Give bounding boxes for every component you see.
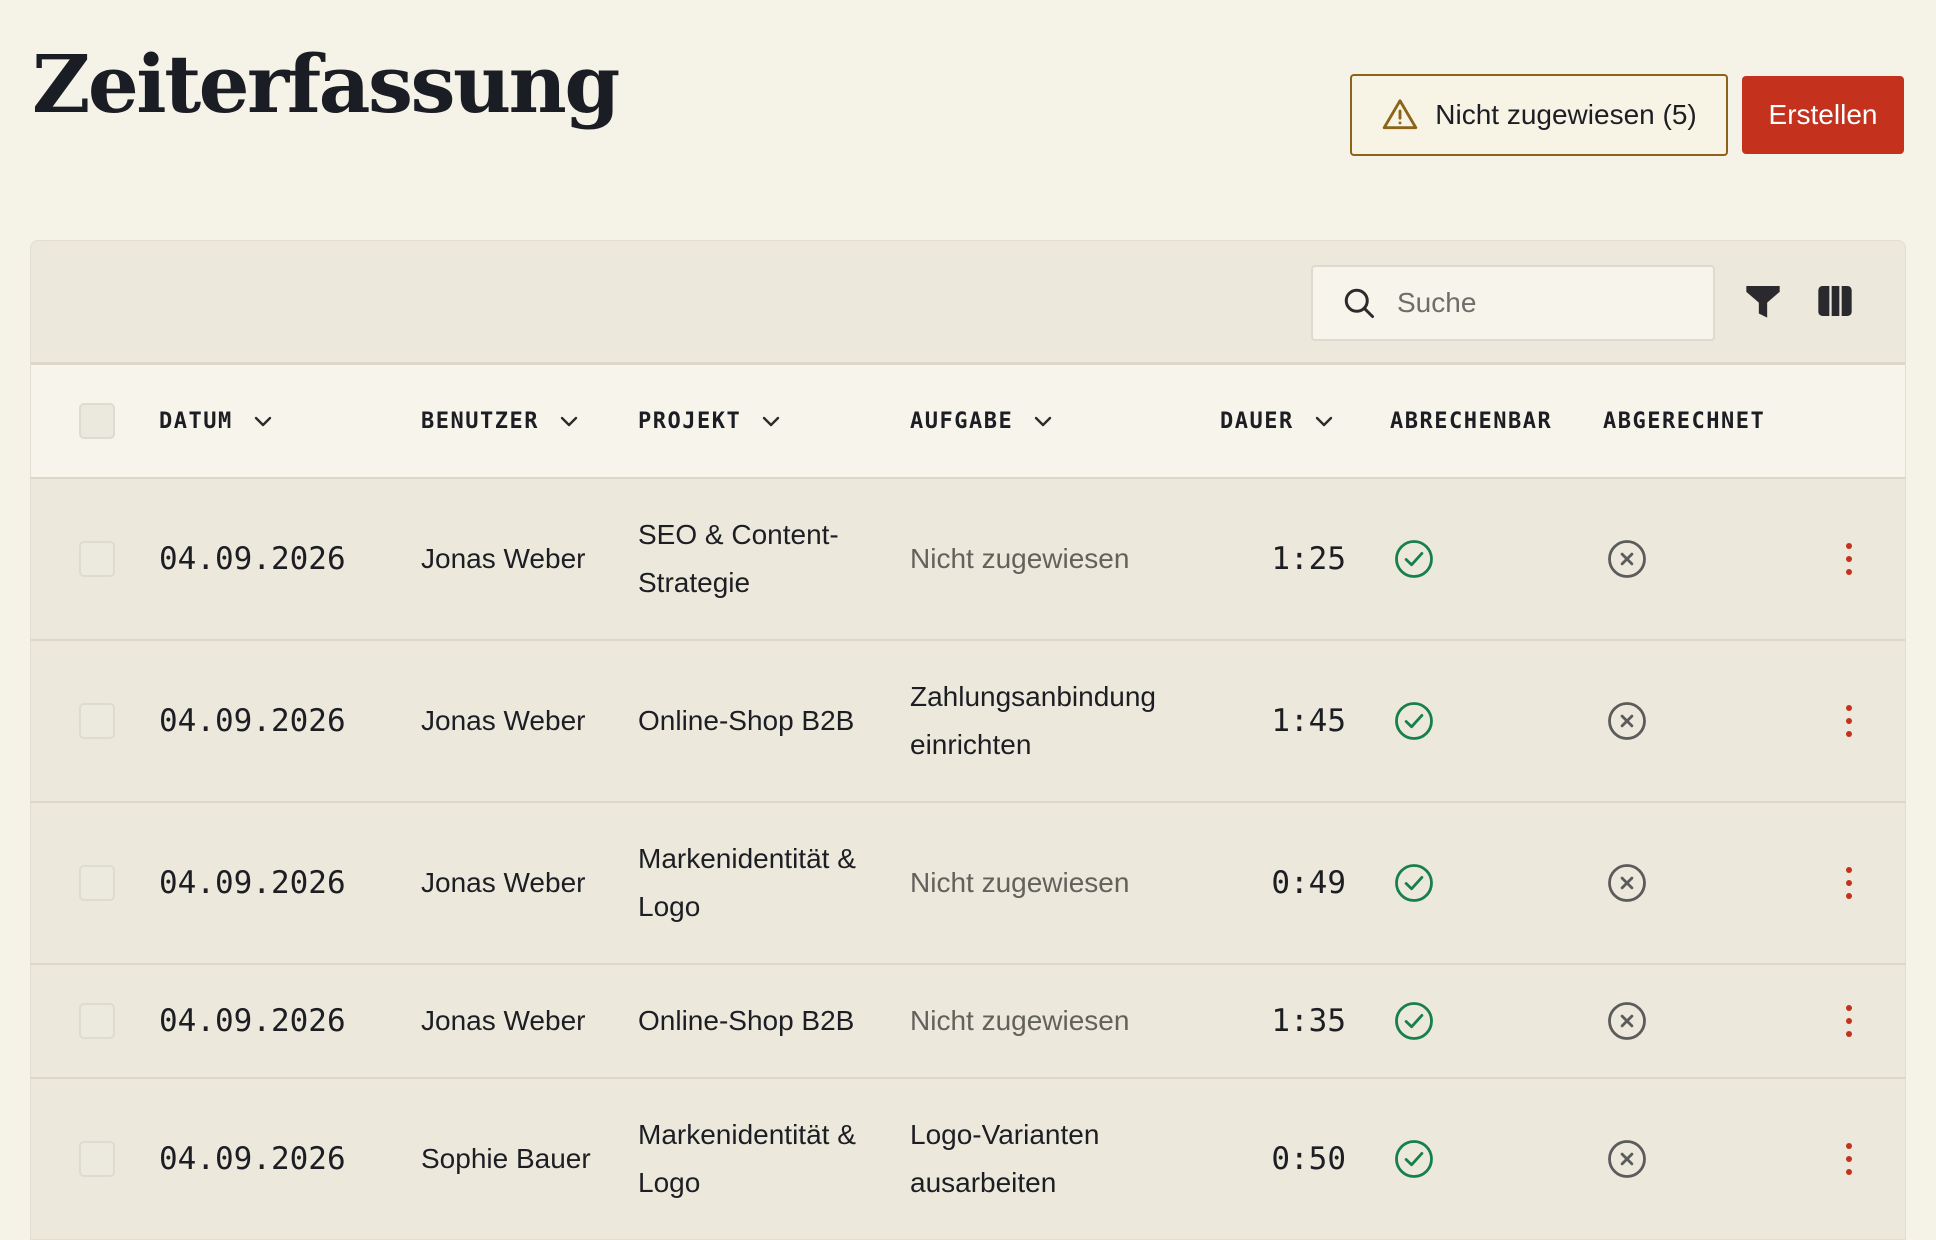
cell-billable bbox=[1393, 965, 1453, 1077]
cell-project: Markenidentität & Logo bbox=[638, 843, 856, 922]
row-checkbox[interactable] bbox=[79, 865, 115, 901]
row-actions-button[interactable] bbox=[1837, 1003, 1861, 1039]
table-row[interactable]: 04.09.2026 Jonas Weber Markenidentität & L… bbox=[31, 803, 1905, 965]
cell-user: Sophie Bauer bbox=[421, 1143, 591, 1174]
check-circle-icon bbox=[1395, 1002, 1433, 1040]
x-circle-icon bbox=[1608, 1002, 1646, 1040]
cell-billable bbox=[1393, 641, 1453, 801]
cell-billed bbox=[1606, 1079, 1666, 1239]
chevron-down-icon bbox=[254, 416, 271, 427]
row-checkbox[interactable] bbox=[79, 1003, 115, 1039]
cell-date: 04.09.2026 bbox=[159, 865, 346, 901]
table-row[interactable]: 04.09.2026 Jonas Weber SEO & Content-Strat… bbox=[31, 479, 1905, 641]
chevron-down-icon bbox=[763, 416, 780, 427]
cell-duration: 1:25 bbox=[1271, 541, 1346, 577]
cell-task: Logo-Varianten ausarbeiten bbox=[910, 1119, 1100, 1198]
cell-duration: 0:49 bbox=[1271, 865, 1346, 901]
cell-duration: 1:35 bbox=[1271, 1003, 1346, 1039]
column-header-project[interactable]: PROJEKT bbox=[638, 365, 783, 477]
column-header-date[interactable]: DATUM bbox=[159, 365, 275, 477]
column-header-user[interactable]: BENUTZER bbox=[421, 365, 581, 477]
cell-duration: 0:50 bbox=[1271, 1141, 1346, 1177]
filter-icon bbox=[1746, 286, 1780, 318]
table-row[interactable]: 04.09.2026 Sophie Bauer Markenidentität & … bbox=[31, 1079, 1905, 1239]
cell-project: Online-Shop B2B bbox=[638, 1005, 855, 1036]
search-icon bbox=[1344, 288, 1374, 318]
cell-user: Jonas Weber bbox=[421, 543, 586, 574]
row-checkbox[interactable] bbox=[79, 1141, 115, 1177]
table-row[interactable]: 04.09.2026 Jonas Weber Online-Shop B2B Nich… bbox=[31, 965, 1905, 1079]
more-vertical-icon bbox=[1846, 705, 1852, 737]
cell-billed bbox=[1606, 479, 1666, 639]
column-header-billable: ABRECHENBAR bbox=[1390, 408, 1553, 434]
time-entries-table: DATUM BENUTZER PROJEKT AUFGABE DAUER ABR… bbox=[30, 240, 1906, 1240]
columns-button[interactable] bbox=[1815, 281, 1855, 321]
cell-billed bbox=[1606, 641, 1666, 801]
unassigned-entries-button[interactable]: Nicht zugewiesen (5) bbox=[1350, 74, 1728, 156]
x-circle-icon bbox=[1608, 864, 1646, 902]
table-toolbar bbox=[31, 241, 1905, 365]
warning-triangle-icon bbox=[1383, 99, 1418, 130]
check-circle-icon bbox=[1395, 540, 1433, 578]
filter-button[interactable] bbox=[1743, 281, 1783, 321]
x-circle-icon bbox=[1608, 540, 1646, 578]
cell-date: 04.09.2026 bbox=[159, 1141, 346, 1177]
row-checkbox[interactable] bbox=[79, 703, 115, 739]
more-vertical-icon bbox=[1846, 1005, 1852, 1037]
cell-billable bbox=[1393, 1079, 1453, 1239]
cell-user: Jonas Weber bbox=[421, 1005, 586, 1036]
more-vertical-icon bbox=[1846, 867, 1852, 899]
column-header-billed: ABGERECHNET bbox=[1603, 408, 1766, 434]
cell-project: Online-Shop B2B bbox=[638, 705, 855, 736]
check-circle-icon bbox=[1395, 864, 1433, 902]
search-box[interactable] bbox=[1311, 265, 1715, 341]
column-header-duration[interactable]: DAUER bbox=[1220, 365, 1336, 477]
chevron-down-icon bbox=[560, 416, 578, 427]
chevron-down-icon bbox=[1035, 416, 1052, 427]
cell-task: Zahlungsanbindung einrichten bbox=[910, 681, 1156, 760]
cell-task: Nicht zugewiesen bbox=[910, 543, 1130, 574]
more-vertical-icon bbox=[1846, 1143, 1852, 1175]
chevron-down-icon bbox=[1315, 416, 1332, 427]
row-checkbox[interactable] bbox=[79, 541, 115, 577]
table-header-row: DATUM BENUTZER PROJEKT AUFGABE DAUER ABR… bbox=[31, 365, 1905, 479]
cell-billed bbox=[1606, 803, 1666, 963]
cell-billable bbox=[1393, 803, 1453, 963]
row-actions-button[interactable] bbox=[1837, 703, 1861, 739]
row-actions-button[interactable] bbox=[1837, 1141, 1861, 1177]
page-title: Zeiterfassung bbox=[32, 37, 620, 131]
cell-date: 04.09.2026 bbox=[159, 703, 346, 739]
check-circle-icon bbox=[1395, 1140, 1433, 1178]
more-vertical-icon bbox=[1846, 543, 1852, 575]
row-actions-button[interactable] bbox=[1837, 865, 1861, 901]
cell-date: 04.09.2026 bbox=[159, 1003, 346, 1039]
create-button[interactable]: Erstellen bbox=[1742, 76, 1904, 154]
cell-task: Nicht zugewiesen bbox=[910, 867, 1130, 898]
row-actions-button[interactable] bbox=[1837, 541, 1861, 577]
cell-project: Markenidentität & Logo bbox=[638, 1119, 856, 1198]
cell-duration: 1:45 bbox=[1271, 703, 1346, 739]
table-body: 04.09.2026 Jonas Weber SEO & Content-Strat… bbox=[31, 479, 1905, 1239]
x-circle-icon bbox=[1608, 1140, 1646, 1178]
cell-date: 04.09.2026 bbox=[159, 541, 346, 577]
column-header-task[interactable]: AUFGABE bbox=[910, 365, 1055, 477]
x-circle-icon bbox=[1608, 702, 1646, 740]
cell-task: Nicht zugewiesen bbox=[910, 1005, 1130, 1036]
cell-user: Jonas Weber bbox=[421, 705, 586, 736]
columns-icon bbox=[1818, 286, 1852, 316]
table-row[interactable]: 04.09.2026 Jonas Weber Online-Shop B2B Zahl… bbox=[31, 641, 1905, 803]
cell-billed bbox=[1606, 965, 1666, 1077]
check-circle-icon bbox=[1395, 702, 1433, 740]
select-all-checkbox[interactable] bbox=[79, 403, 115, 439]
cell-user: Jonas Weber bbox=[421, 867, 586, 898]
unassigned-entries-label: Nicht zugewiesen (5) bbox=[1435, 99, 1697, 130]
cell-project: SEO & Content-Strategie bbox=[638, 519, 839, 598]
cell-billable bbox=[1393, 479, 1453, 639]
search-input[interactable] bbox=[1397, 287, 1697, 319]
